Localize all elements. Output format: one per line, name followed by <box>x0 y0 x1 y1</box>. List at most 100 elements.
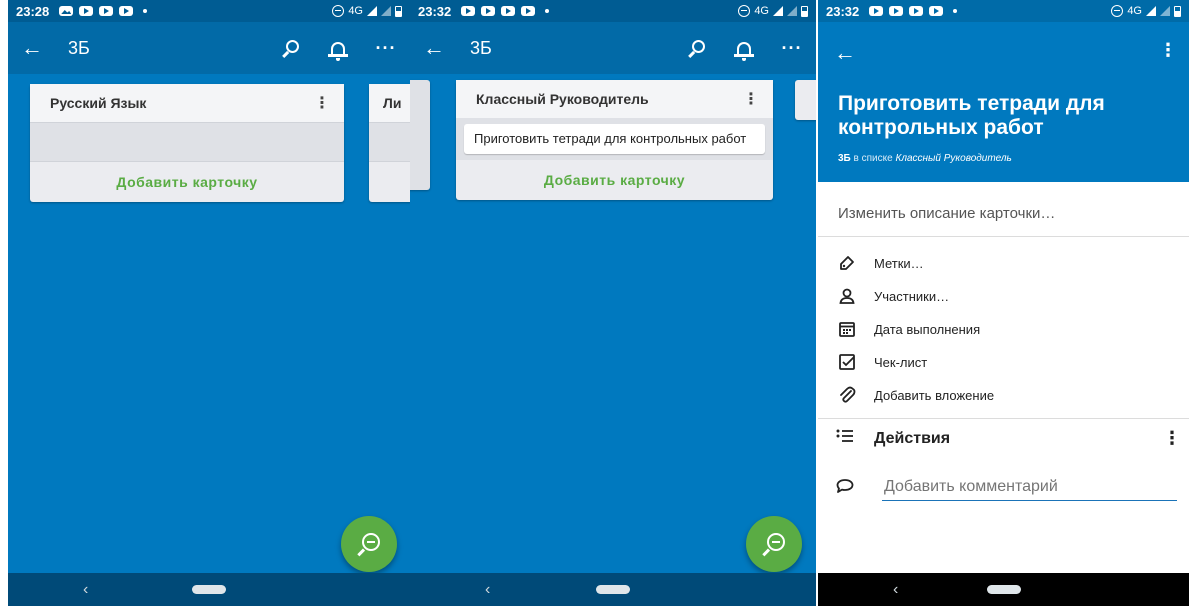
notifications-button[interactable] <box>314 24 362 72</box>
youtube-notification-icon <box>869 6 884 16</box>
list-cards-area <box>369 122 410 162</box>
divider <box>818 236 1189 237</box>
image-notification-icon <box>59 6 74 16</box>
youtube-notification-icon <box>501 6 516 16</box>
search-icon <box>691 39 705 53</box>
list-menu-icon[interactable]: ⋮ <box>743 89 759 109</box>
screen-card-detail: 23:32 4G ← ⋮ Приготовить тетради для кон… <box>818 0 1189 606</box>
person-icon <box>836 287 858 305</box>
back-arrow-icon[interactable]: ← <box>410 35 458 61</box>
tag-icon <box>836 254 858 272</box>
app-bar: ← 3Б ··· <box>410 22 816 74</box>
network-type: 4G <box>348 5 363 17</box>
screen-board-1: 23:28 4G ← 3Б ··· Русский Язык ⋮ Добавит… <box>8 0 410 606</box>
notifications-button[interactable] <box>720 24 768 72</box>
search-button[interactable] <box>266 24 314 72</box>
system-nav-bar: ‹ <box>410 573 816 606</box>
back-arrow-icon[interactable]: ← <box>8 35 56 61</box>
status-bar: 23:32 4G <box>818 0 1189 22</box>
list-previous <box>410 80 430 190</box>
divider <box>818 418 1189 419</box>
network-type: 4G <box>1127 5 1142 17</box>
list-title: Русский Язык <box>50 95 147 111</box>
option-label: Метки… <box>874 255 924 271</box>
youtube-notification-icon <box>119 6 134 16</box>
more-options-icon[interactable]: ··· <box>768 24 816 72</box>
list-title: Классный Руководитель <box>476 91 649 107</box>
checkbox-icon <box>836 353 858 371</box>
youtube-notification-icon <box>481 6 496 16</box>
nav-home-pill[interactable] <box>192 585 226 594</box>
board-title: 3Б <box>470 37 492 58</box>
comment-icon <box>836 478 858 499</box>
card-title[interactable]: Приготовить тетради для контрольных рабо… <box>838 92 1168 140</box>
checklist-option[interactable]: Чек-лист <box>836 353 927 371</box>
board-title: 3Б <box>68 37 90 58</box>
option-label: Добавить вложение <box>874 387 995 403</box>
card-description-field[interactable]: Изменить описание карточки… <box>838 205 1055 222</box>
dnd-icon <box>738 5 751 17</box>
option-label: Дата выполнения <box>874 321 981 337</box>
members-option[interactable]: Участники… <box>836 287 949 305</box>
list-next <box>795 80 816 120</box>
signal-icon <box>1160 6 1170 16</box>
activity-header: Действия ⋮ <box>836 428 1181 449</box>
network-type: 4G <box>754 5 769 17</box>
nav-home-pill[interactable] <box>596 585 630 594</box>
list-header[interactable]: Ли ⋮ <box>369 84 410 122</box>
more-options-icon[interactable]: ··· <box>362 24 410 72</box>
screen-board-2: 23:32 4G ← 3Б ··· Классный Руководитель … <box>410 0 816 606</box>
youtube-notification-icon <box>79 6 94 16</box>
youtube-notification-icon <box>461 6 476 16</box>
list-russian: Русский Язык ⋮ Добавить карточку <box>30 84 344 202</box>
more-notifications-dot <box>953 9 958 13</box>
list-header[interactable]: Русский Язык ⋮ <box>30 84 344 122</box>
nav-back-icon[interactable]: ‹ <box>485 581 490 599</box>
list-title: Ли <box>383 95 402 111</box>
list-header[interactable]: Классный Руководитель ⋮ <box>456 80 773 118</box>
system-nav-bar: ‹ <box>818 573 1189 606</box>
list-class-teacher: Классный Руководитель ⋮ Приготовить тетр… <box>456 80 773 200</box>
add-card-button[interactable] <box>369 162 410 202</box>
signal-icon <box>787 6 797 16</box>
zoom-fab[interactable] <box>746 516 802 572</box>
youtube-notification-icon <box>929 6 944 16</box>
status-bar: 23:32 4G <box>410 0 816 22</box>
attachment-option[interactable]: Добавить вложение <box>836 386 994 404</box>
paperclip-icon <box>836 386 858 404</box>
status-time: 23:28 <box>16 3 50 19</box>
youtube-notification-icon <box>909 6 924 16</box>
card-board-name: 3Б <box>838 153 851 164</box>
battery-icon <box>395 5 402 17</box>
search-icon <box>285 39 299 53</box>
nav-back-icon[interactable]: ‹ <box>893 581 898 599</box>
signal-icon <box>367 6 377 16</box>
add-card-button[interactable]: Добавить карточку <box>456 160 773 200</box>
battery-icon <box>1174 5 1181 17</box>
labels-option[interactable]: Метки… <box>836 254 924 272</box>
youtube-notification-icon <box>889 6 904 16</box>
due-date-option[interactable]: Дата выполнения <box>836 320 980 338</box>
status-time: 23:32 <box>418 3 452 19</box>
card-menu-icon[interactable]: ⋮ <box>1159 40 1177 61</box>
list-cards-area <box>30 122 344 162</box>
status-time: 23:32 <box>826 3 860 19</box>
activity-menu-icon[interactable]: ⋮ <box>1163 428 1181 449</box>
youtube-notification-icon <box>521 6 536 16</box>
bell-icon <box>328 41 348 61</box>
card-item[interactable]: Приготовить тетради для контрольных рабо… <box>464 124 765 154</box>
nav-back-icon[interactable]: ‹ <box>83 581 88 599</box>
list-menu-icon[interactable]: ⋮ <box>314 93 330 113</box>
comment-input[interactable] <box>882 476 1177 501</box>
signal-icon <box>1146 6 1156 16</box>
nav-home-pill[interactable] <box>986 585 1021 594</box>
card-location-text: в списке <box>850 153 896 164</box>
back-arrow-icon[interactable]: ← <box>834 40 856 66</box>
option-label: Чек-лист <box>874 354 928 370</box>
add-card-button[interactable]: Добавить карточку <box>30 162 344 202</box>
activity-list-icon <box>836 429 858 448</box>
search-button[interactable] <box>672 24 720 72</box>
signal-icon <box>381 6 391 16</box>
list-next: Ли ⋮ <box>369 84 410 202</box>
zoom-fab[interactable] <box>341 516 397 572</box>
